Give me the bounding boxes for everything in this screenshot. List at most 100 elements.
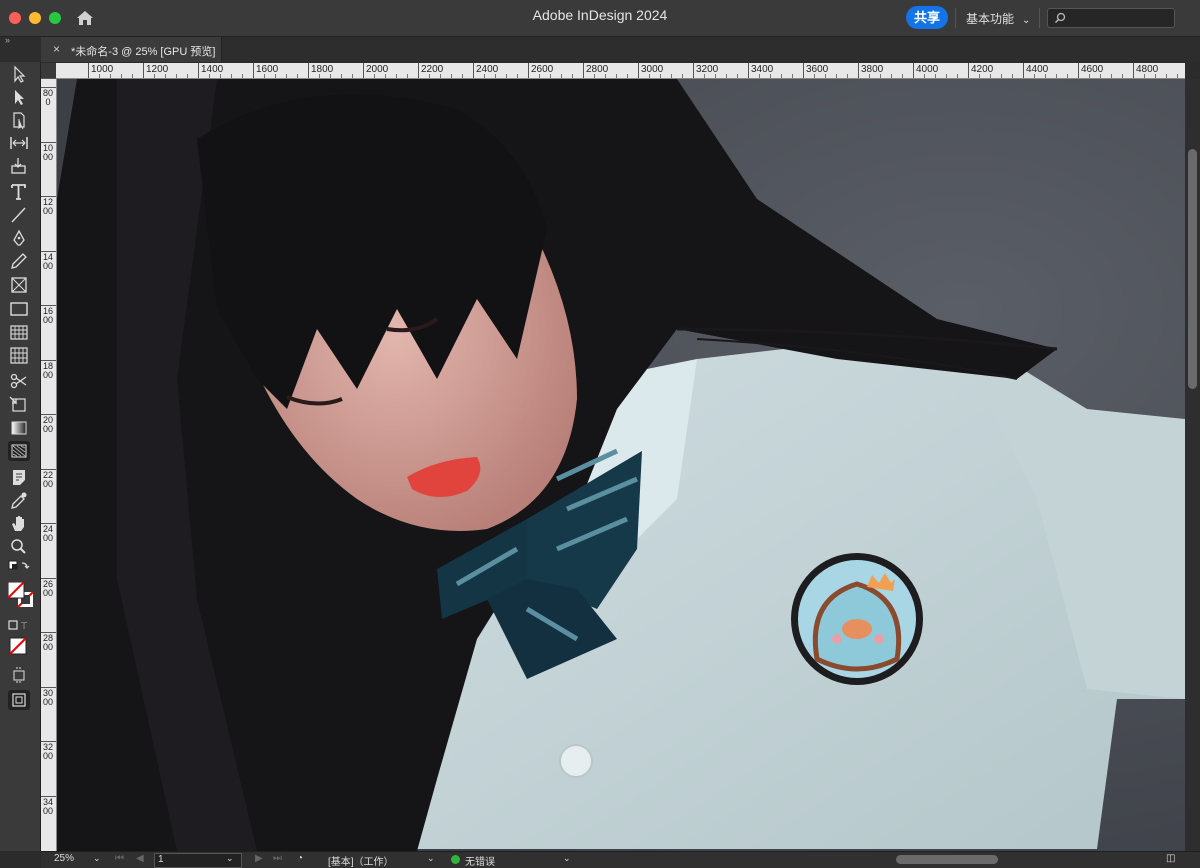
apply-none-icon[interactable] — [8, 636, 30, 656]
zoom-chevron-icon[interactable]: ⌄ — [93, 853, 101, 864]
close-tab-icon[interactable]: × — [53, 42, 60, 56]
page-chevron-icon[interactable]: ⌄ — [226, 853, 234, 864]
ruler-minor-tick — [825, 74, 826, 78]
ruler-minor-tick — [220, 74, 221, 78]
gradient-feather-tool-icon[interactable] — [8, 441, 30, 461]
first-page-icon[interactable]: ⏮ — [115, 853, 124, 864]
ruler-minor-tick — [1111, 74, 1112, 78]
pen-tool-icon[interactable] — [8, 228, 30, 248]
ruler-minor-tick — [495, 74, 496, 78]
ruler-minor-tick — [110, 74, 111, 78]
zoom-window-button[interactable] — [49, 12, 61, 24]
eyedropper-tool-icon[interactable] — [8, 490, 30, 510]
share-button[interactable]: 共享 — [906, 6, 948, 29]
vertical-scrollbar[interactable] — [1185, 79, 1200, 851]
ruler-label: 2000 — [43, 415, 54, 434]
swap-fill-stroke-icon[interactable] — [8, 560, 30, 580]
view-mode-icon[interactable] — [8, 665, 30, 685]
ruler-minor-tick — [902, 74, 903, 78]
ruler-minor-tick — [319, 74, 320, 78]
close-window-button[interactable] — [9, 12, 21, 24]
gap-tool-icon[interactable] — [8, 133, 30, 153]
direct-selection-tool-icon[interactable] — [8, 87, 30, 107]
ruler-tick — [1023, 63, 1024, 78]
ruler-minor-tick — [187, 74, 188, 78]
line-tool-icon[interactable] — [8, 205, 30, 225]
ruler-minor-tick — [1122, 74, 1123, 78]
ruler-minor-tick — [1155, 74, 1156, 78]
gradient-swatch-tool-icon[interactable] — [8, 418, 30, 438]
ruler-tick — [858, 63, 859, 78]
document-canvas[interactable] — [57, 79, 1185, 851]
ruler-minor-tick — [242, 74, 243, 78]
preflight-chevron-icon[interactable]: ⌄ — [563, 853, 571, 864]
hand-tool-icon[interactable] — [8, 513, 30, 533]
type-tool-icon[interactable] — [8, 182, 30, 202]
page-tool-icon[interactable] — [8, 110, 30, 130]
rectangle-frame-tool-icon[interactable] — [8, 275, 30, 295]
ruler-label: 2800 — [43, 633, 54, 652]
workspace-style-label: [基本]（工作） — [328, 857, 394, 868]
ruler-label: 2200 — [43, 469, 54, 489]
ruler-minor-tick — [704, 74, 705, 78]
vertical-grid-tool-icon[interactable] — [8, 345, 30, 365]
scroll-thumb[interactable] — [1188, 149, 1197, 389]
ruler-minor-tick — [561, 74, 562, 78]
ruler-minor-tick — [726, 74, 727, 78]
ruler-minor-tick — [781, 74, 782, 78]
ruler-minor-tick — [1144, 74, 1145, 78]
horizontal-ruler[interactable]: 1000 1200 1400 1600 1800 2000 2200 2400 2600 2800… — [56, 63, 1185, 79]
next-page-icon[interactable]: ▶ — [255, 853, 263, 864]
ruler-tick — [308, 63, 309, 78]
zoom-tool-icon[interactable] — [8, 537, 30, 557]
formatting-container-icon[interactable]: T — [8, 616, 30, 636]
ruler-minor-tick — [385, 74, 386, 78]
status-bar: 25% ⌄ ⏮ ◀ 1 ⌄ ▶ ⏭ ◔ [基本]（工作） ⌄ 无错误 ⌄ ◫ — [41, 851, 1200, 868]
rectangle-tool-icon[interactable] — [8, 299, 30, 319]
placed-photo[interactable] — [57, 79, 1185, 851]
ruler-label: 1200 — [43, 197, 54, 216]
screen-mode-icon[interactable] — [8, 690, 30, 710]
ruler-minor-tick — [715, 74, 716, 78]
content-collector-tool-icon[interactable] — [8, 156, 30, 176]
primary-text-frame-icon[interactable]: ◔ — [297, 853, 303, 864]
ruler-tick — [1133, 63, 1134, 78]
ruler-minor-tick — [165, 74, 166, 78]
vertical-ruler[interactable]: 800 1000 1200 1400 1600 1800 2000 2200 2400 2600 2… — [41, 79, 57, 851]
ruler-minor-tick — [341, 74, 342, 78]
horizontal-grid-tool-icon[interactable] — [8, 322, 30, 342]
workspace-switcher[interactable]: 基本功能 ⌄ — [966, 10, 1030, 27]
ruler-minor-tick — [616, 74, 617, 78]
search-input[interactable] — [1047, 8, 1175, 28]
collapse-panels-icon[interactable]: ›› — [5, 35, 10, 45]
document-tab-bar: ›› × *未命名-3 @ 25% [GPU 预览] — [0, 35, 1200, 62]
note-tool-icon[interactable] — [8, 467, 30, 487]
ruler-tick — [748, 63, 749, 78]
ruler-minor-tick — [627, 74, 628, 78]
document-tab[interactable]: × *未命名-3 @ 25% [GPU 预览] — [41, 37, 222, 62]
last-page-icon[interactable]: ⏭ — [273, 853, 282, 864]
pencil-tool-icon[interactable] — [8, 251, 30, 271]
ruler-minor-tick — [1056, 74, 1057, 78]
selection-tool-icon[interactable] — [8, 64, 30, 84]
minimize-window-button[interactable] — [29, 12, 41, 24]
document-tab-label: *未命名-3 @ 25% [GPU 预览] — [71, 46, 216, 58]
search-icon — [1055, 12, 1066, 23]
preflight-status[interactable]: 无错误 — [465, 853, 495, 868]
ruler-minor-tick — [1034, 74, 1035, 78]
scissors-tool-icon[interactable] — [8, 371, 30, 391]
home-icon[interactable] — [74, 8, 96, 28]
split-layout-icon[interactable]: ◫ — [1166, 853, 1175, 864]
workspace-label: 基本功能 — [966, 12, 1015, 26]
ruler-origin[interactable] — [41, 63, 57, 79]
ruler-minor-tick — [814, 74, 815, 78]
previous-page-icon[interactable]: ◀ — [136, 853, 144, 864]
free-transform-tool-icon[interactable] — [8, 394, 30, 414]
fill-stroke-icon[interactable] — [8, 582, 34, 612]
ruler-label: 800 — [43, 88, 54, 107]
style-chevron-icon[interactable]: ⌄ — [427, 853, 435, 864]
ruler-label: 3200 — [43, 742, 54, 761]
ruler-minor-tick — [1012, 74, 1013, 78]
zoom-level[interactable]: 25% — [54, 853, 74, 864]
horizontal-scroll-thumb[interactable] — [896, 855, 998, 864]
